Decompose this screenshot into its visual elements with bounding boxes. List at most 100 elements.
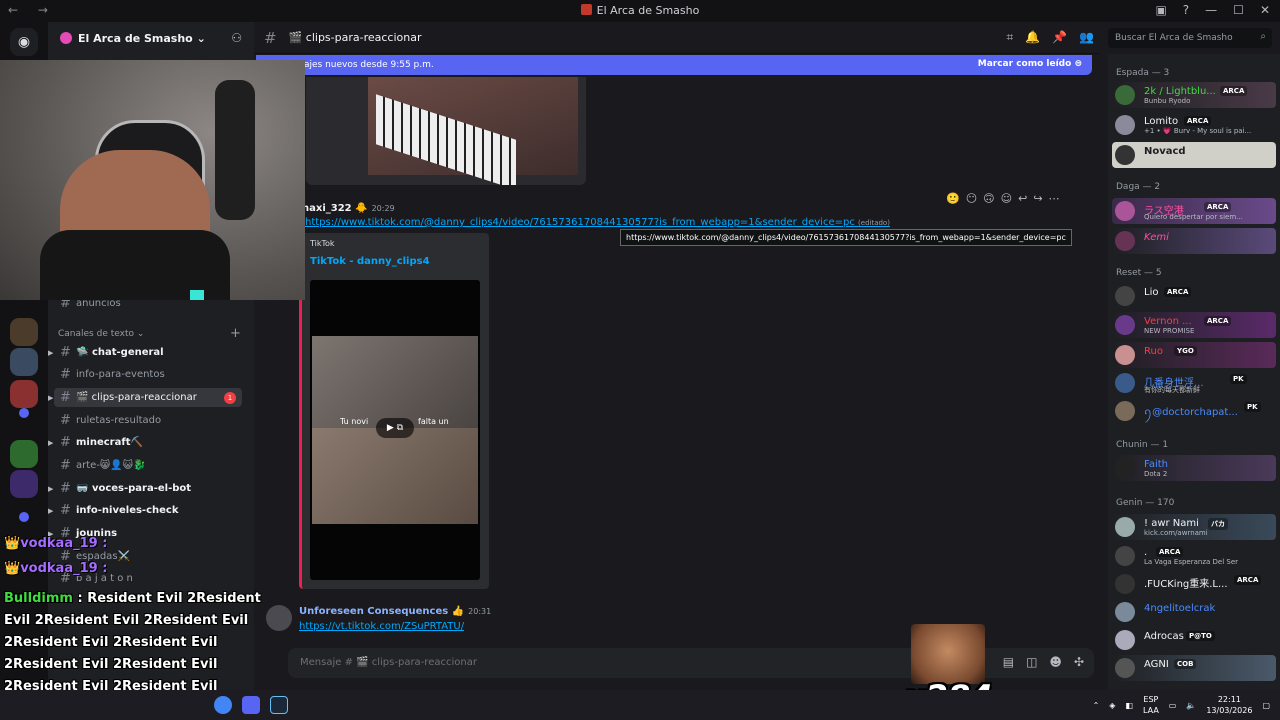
clock[interactable]: 22:11 13/03/2026 [1206,694,1252,716]
embed-title-link[interactable]: TikTok - danny_clips4 [310,256,430,267]
discord-home-icon[interactable]: ◉ [10,28,38,56]
overlay-chat-line: 👑vodkaa_19 : [4,536,108,551]
member-item[interactable]: Adrocas P@TO [1112,627,1276,653]
member-item[interactable]: 4ngelitoelcrak [1112,599,1276,625]
add-channel-icon[interactable]: + [230,326,241,341]
reaction-emoji-3[interactable]: 🙃 [983,192,994,205]
channel-header: # 🎬 clips-para-reaccionar ⌗ 🔔 📌 👥 [254,22,1100,54]
chevron-up-icon[interactable]: ⌃ [1093,701,1100,710]
emoji-icon[interactable]: ☻ [1049,655,1062,669]
member-item[interactable]: Ruo YGO [1112,342,1276,368]
embed-video[interactable]: Tu novi falta un ▶ ⧉ [310,280,480,580]
reaction-emoji-1[interactable]: 🙂 [946,192,960,205]
avatar [1115,115,1135,135]
folder-icon-2[interactable] [19,512,29,522]
server-icon-4[interactable] [10,440,38,468]
server-icon [580,4,592,15]
search-input[interactable]: Buscar El Arca de Smasho ⌕ [1108,28,1272,48]
volume-icon[interactable]: 🔈 [1186,701,1196,710]
avatar [1115,315,1135,335]
tiktok-embed: TikTok TikTok - danny_clips4 Tu novi fal… [299,233,489,589]
channel-title: clips-para-reaccionar [305,31,422,44]
taskbar-apps [214,696,288,714]
member-item[interactable]: Vernon ... ARCA NEW PROMISE [1112,312,1276,338]
member-item[interactable]: .FUCKing重来.L... ARCA [1112,571,1276,597]
channel-minecraft[interactable]: ▶ # minecraft⛏️ [48,433,242,452]
member-item[interactable]: AGNI COB [1112,655,1276,681]
chrome-icon[interactable] [214,696,232,714]
member-item[interactable]: ラス空港 ARCA Quiero despertar por siem... [1112,198,1276,224]
apps-icon[interactable]: ✣ [1074,655,1084,669]
channel-info-niveles-check[interactable]: ▶ # info-niveles-check [48,501,242,520]
taskbar: ⌃ ◈ ◧ ESP LAA ▭ 🔈 22:11 13/03/2026 ▢ [0,690,1280,720]
bell-icon[interactable]: 🔔 [1025,30,1040,45]
new-messages-bar[interactable]: ajes nuevos desde 9:55 p.m. Marcar como … [256,55,1092,75]
server-icon-5[interactable] [10,470,38,498]
image-attachment[interactable] [306,77,586,185]
sticker-icon[interactable]: ◫ [1026,655,1037,669]
member-item[interactable]: Kemi [1112,228,1276,254]
mention-badge: 1 [224,391,236,404]
punching-bag [215,80,255,220]
server-icon-2[interactable] [10,348,38,376]
server-icon-1[interactable] [10,318,38,346]
mark-as-read-button[interactable]: Marcar como leído ⊜ [978,59,1082,69]
avatar [1115,517,1135,537]
server-header[interactable]: El Arca de Smasho ⌄ ⚇ [48,22,254,54]
help-icon[interactable]: ? [1183,3,1189,17]
member-item[interactable]: 2k / Lightblu... ARCA Bunbu Ryodo [1112,82,1276,108]
member-item[interactable]: Lio ARCA [1112,283,1276,309]
avatar [1115,201,1135,221]
network-icon[interactable]: ◈ [1109,701,1115,710]
folder-icon[interactable] [19,408,29,418]
play-icon[interactable]: ▶ ⧉ [376,418,414,438]
monitor-icon[interactable]: ▭ [1169,701,1177,710]
channel-info-para-eventos[interactable]: # info-para-eventos [54,365,242,384]
minimize-button[interactable]: — [1205,3,1217,17]
discord-icon[interactable] [242,696,260,714]
member-item[interactable]: Lomito ARCA +1 • 💗 Burv - My soul is pai..… [1112,112,1276,138]
message-link[interactable]: https://www.tiktok.com/@danny_clips4/vid… [305,217,890,228]
gif-icon[interactable]: ▤ [1003,655,1014,669]
maximize-button[interactable]: ☐ [1233,3,1244,17]
reply-icon[interactable]: ↩ [1018,192,1027,205]
category-text-channels[interactable]: Canales de texto ⌄ + [58,326,241,341]
member-item[interactable]: ꪆ@doctorchapat... PK [1112,398,1276,424]
channel-ruletas-resultado[interactable]: # ruletas-resultado [54,411,242,430]
message-link-2[interactable]: https://vt.tiktok.com/ZSuPRTATU/ [299,621,464,632]
language-indicator[interactable]: ESP LAA [1143,694,1159,716]
avatar [1115,345,1135,365]
message-author-2[interactable]: Unforeseen Consequences 👍 20:31 [299,606,491,617]
channel-voces-para-el-bot[interactable]: ▶ # 🥽 voces-para-el-bot [48,479,242,498]
forward-icon[interactable]: ↪ [1033,192,1042,205]
member-item[interactable]: 几番身世浮... PK 有你的每天都新鲜 [1112,370,1276,396]
member-item[interactable]: Faith Dota 2 [1112,455,1276,481]
notification-icon[interactable]: ▢ [1262,701,1270,710]
close-button[interactable]: ✕ [1260,3,1270,17]
channel-arte[interactable]: # arte-😸👤😺🐉 [54,456,242,475]
pin-icon[interactable]: 📌 [1052,30,1067,45]
window-title: El Arca de Smasho [0,4,1280,17]
avatar [1115,658,1135,678]
inbox-icon[interactable]: ▣ [1155,3,1166,17]
hash-icon: # [264,28,277,47]
steam-icon[interactable] [270,696,288,714]
composer-toolbar: ▤ ◫ ☻ ✣ [1003,655,1084,669]
add-reaction-icon[interactable]: ☺ [1001,192,1012,205]
channel-clips-para-reaccionar[interactable]: ▶ # 🎬 clips-para-reaccionar 1 [48,388,242,407]
search-icon: ⌕ [1260,31,1266,42]
app-tray-icon[interactable]: ◧ [1125,701,1133,710]
threads-icon[interactable]: ⌗ [1006,30,1013,45]
message-author[interactable]: naxi_322 🐥 20:29 [302,203,395,214]
reaction-emoji-2[interactable]: 😶 [966,192,977,205]
more-icon[interactable]: ⋯ [1049,192,1060,205]
member-item[interactable]: . ARCA La Vaga Esperanza Del Ser [1112,543,1276,569]
server-icon-3[interactable] [10,380,38,408]
channel-chat-general[interactable]: ▶ # 🛸 chat-general [48,343,242,362]
server-badge-icon [60,32,72,44]
invite-icon[interactable]: ⚇ [231,31,242,45]
avatar [1115,373,1135,393]
member-item[interactable]: ! awr Nami バカ kick.com/awrnami [1112,514,1276,540]
member-item[interactable]: Novacd [1112,142,1276,168]
members-icon[interactable]: 👥 [1079,30,1094,45]
